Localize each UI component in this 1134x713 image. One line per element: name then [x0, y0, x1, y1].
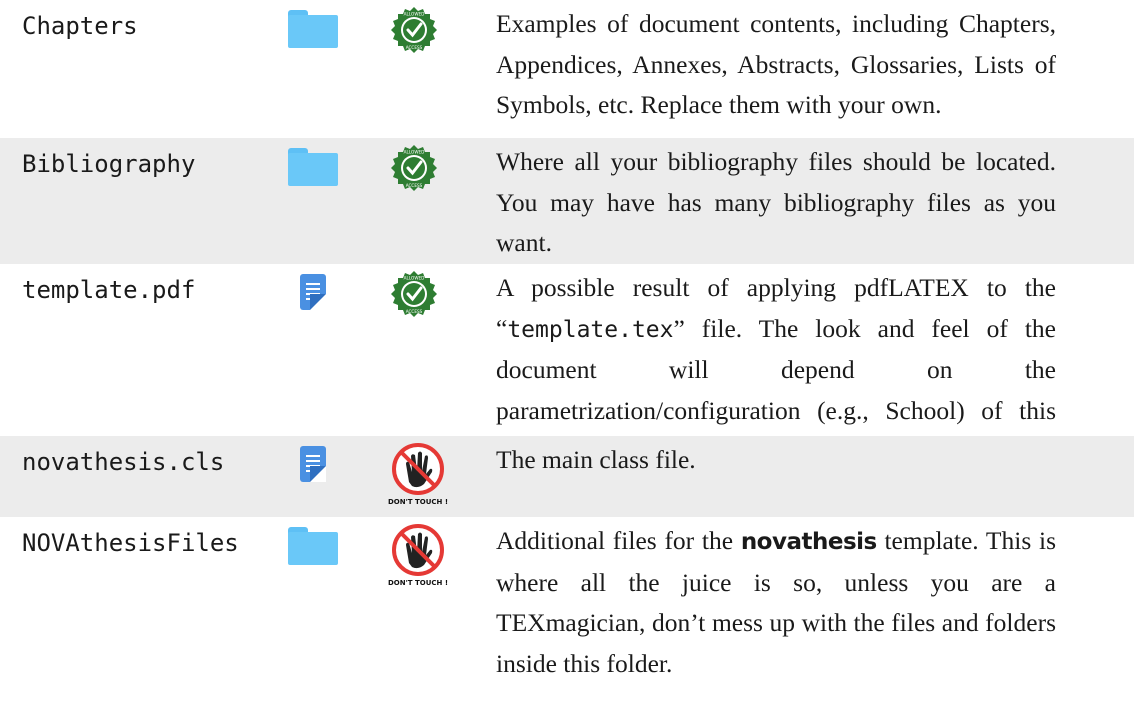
allowed-access-icon: ALLOWED ACCESS — [391, 7, 437, 53]
svg-text:ALLOWED: ALLOWED — [404, 150, 425, 155]
dont-touch-icon: DON'T TOUCH ! — [388, 524, 448, 587]
table-row: template.pdf ALLOWED ACCESS A possible r… — [0, 264, 1134, 465]
svg-text:ACCESS: ACCESS — [406, 309, 423, 314]
folder-icon — [288, 148, 338, 186]
file-name: Chapters — [22, 12, 138, 40]
file-description: Examples of document contents, including… — [496, 9, 1056, 119]
svg-text:ALLOWED: ALLOWED — [404, 12, 425, 17]
file-name: Bibliography — [22, 150, 196, 178]
file-structure-table: Chapters ALLOWED ACCESS Examples of docu… — [0, 0, 1134, 713]
file-description: Additional files for the novathesis temp… — [496, 526, 1056, 678]
svg-text:DON'T TOUCH !: DON'T TOUCH ! — [388, 498, 448, 506]
allowed-access-icon: ALLOWED ACCESS — [391, 145, 437, 191]
file-name: novathesis.cls — [22, 448, 225, 476]
novathesis-brand: novathesis — [740, 529, 877, 555]
table-row: Bibliography ALLOWED ACCESS Where all yo… — [0, 138, 1134, 264]
document-icon — [300, 446, 326, 482]
table-row: Chapters ALLOWED ACCESS Examples of docu… — [0, 0, 1134, 138]
document-icon — [300, 274, 326, 310]
allowed-access-icon: ALLOWED ACCESS — [391, 271, 437, 317]
file-name: NOVAthesisFiles — [22, 529, 239, 557]
svg-text:DON'T TOUCH !: DON'T TOUCH ! — [388, 579, 448, 587]
svg-text:ALLOWED: ALLOWED — [404, 276, 425, 281]
file-description: The main class file. — [496, 445, 696, 474]
file-name: template.pdf — [22, 276, 196, 304]
dont-touch-icon: DON'T TOUCH ! — [388, 443, 448, 506]
folder-icon — [288, 10, 338, 48]
table-row: NOVAthesisFiles DON'T TOUCH ! Additional… — [0, 517, 1134, 713]
svg-text:ACCESS: ACCESS — [406, 45, 423, 50]
filename-literal: template.tex — [507, 316, 674, 343]
svg-text:ACCESS: ACCESS — [406, 183, 423, 188]
table-row: novathesis.cls DON'T TOUCH ! The main cl… — [0, 436, 1134, 517]
file-description: Where all your bibliography files should… — [496, 147, 1056, 257]
folder-icon — [288, 527, 338, 565]
